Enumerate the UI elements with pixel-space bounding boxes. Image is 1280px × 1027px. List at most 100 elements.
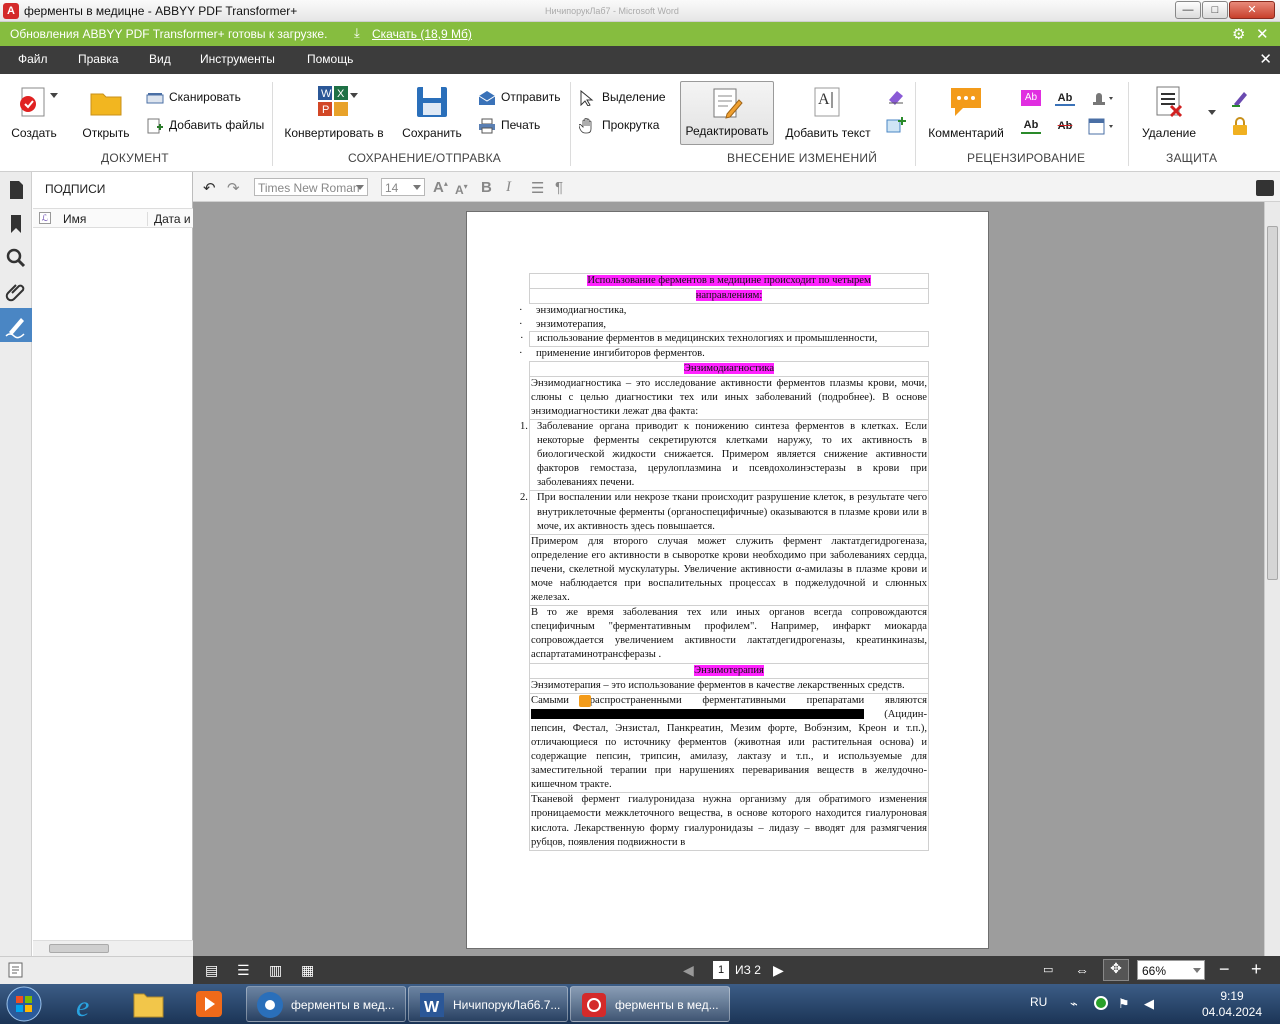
scrollbar-thumb[interactable] (49, 944, 109, 953)
numbered-item: 2. При воспалении или некрозе ткани проис… (520, 490, 929, 535)
add-text-button[interactable]: A Добавить текст (784, 84, 872, 140)
zoom-out-icon[interactable]: − (1219, 959, 1230, 980)
gear-icon[interactable]: ⚙ (1232, 25, 1245, 43)
add-image-icon[interactable] (886, 116, 906, 134)
paragraph: Тканевой фермент гиалуронидаза нужна орг… (529, 792, 929, 851)
save-button[interactable]: Сохранить (400, 84, 464, 140)
comment-marker-icon[interactable] (579, 694, 591, 707)
status-green-icon[interactable] (1094, 996, 1108, 1010)
menu-help[interactable]: Помощь (307, 52, 353, 66)
zoom-select[interactable]: 66% (1137, 960, 1205, 980)
menu-edit[interactable]: Правка (78, 52, 119, 66)
signature-list-icon[interactable] (8, 961, 26, 979)
group-label-review: РЕЦЕНЗИРОВАНИЕ (967, 151, 1086, 165)
bookmark-icon[interactable] (4, 212, 28, 236)
strikethrough-icon[interactable]: Ab (1055, 118, 1075, 134)
print-button[interactable]: Печать (478, 118, 540, 134)
eraser-icon[interactable] (886, 88, 906, 106)
convert-dropdown-arrow-icon[interactable] (350, 93, 358, 98)
signature-pen-icon[interactable] (1230, 88, 1250, 108)
scrollbar-thumb[interactable] (1267, 226, 1278, 580)
close-icon[interactable]: ✕ (1256, 25, 1269, 43)
fit-page-icon[interactable]: ✥ (1103, 959, 1129, 981)
paragraph-indent-icon[interactable]: ¶ (555, 179, 563, 196)
download-update-link[interactable]: Скачать (18,9 Мб) (372, 27, 472, 41)
wavy-underline-icon[interactable]: Ab (1021, 118, 1041, 134)
abbyy-logo-icon (582, 993, 606, 1017)
menu-tools[interactable]: Инструменты (200, 52, 275, 66)
create-dropdown-arrow-icon[interactable] (50, 93, 58, 98)
clock-date[interactable]: 04.04.2024 (1190, 1005, 1274, 1019)
maximize-button[interactable]: □ (1202, 1, 1228, 19)
underline-text-icon[interactable]: Ab (1055, 90, 1075, 106)
redaction-block[interactable] (531, 709, 864, 720)
volume-icon[interactable]: ◀ (1144, 996, 1154, 1012)
two-page-continuous-icon[interactable]: ▦ (301, 962, 314, 979)
search-icon[interactable] (4, 246, 28, 270)
page-number-input[interactable]: 1 (713, 961, 729, 979)
shrink-font-icon[interactable]: A▾ (455, 182, 468, 197)
close-document-button[interactable]: ✕ (1259, 50, 1272, 68)
next-page-icon[interactable]: ▶ (773, 962, 784, 979)
file-explorer-icon[interactable] (124, 986, 174, 1022)
download-icon[interactable]: ⤓ (354, 25, 360, 41)
network-icon[interactable]: ⌁ (1070, 996, 1078, 1012)
calendar-icon[interactable] (1087, 116, 1115, 136)
previous-page-icon[interactable]: ◀ (683, 962, 694, 979)
bold-icon[interactable]: B (481, 179, 492, 196)
attachment-icon[interactable] (4, 280, 28, 304)
convert-to-button[interactable]: WXP Конвертировать в (282, 84, 386, 140)
redo-icon[interactable]: ↷ (227, 179, 240, 197)
continuous-view-icon[interactable]: ☰ (237, 962, 250, 979)
send-button[interactable]: Отправить (478, 90, 561, 106)
media-player-icon[interactable] (184, 986, 234, 1022)
menu-view[interactable]: Вид (149, 52, 171, 66)
scan-button[interactable]: Сканировать (146, 90, 241, 106)
vertical-scrollbar[interactable] (1264, 202, 1280, 956)
delete-button[interactable]: Удаление (1136, 84, 1202, 140)
stamp-icon[interactable] (1087, 88, 1115, 108)
taskbar-word-task[interactable]: W НичипорукЛаб6.7... (408, 986, 568, 1022)
open-button[interactable]: Открыть (80, 84, 132, 140)
taskbar-chrome-task[interactable]: ферменты в мед... (246, 986, 406, 1022)
comment-button[interactable]: Комментарий (924, 84, 1008, 140)
menu-file[interactable]: Файл (18, 52, 48, 66)
grow-font-icon[interactable]: A▴ (433, 179, 448, 196)
select-tool-button[interactable]: Выделение (579, 90, 666, 106)
language-indicator[interactable]: RU (1030, 995, 1047, 1009)
column-date[interactable]: Дата и (147, 212, 191, 226)
highlight-text-icon[interactable]: Ab (1021, 90, 1041, 106)
clock-time[interactable]: 9:19 (1190, 989, 1274, 1003)
list-item-text: использование ферментов в медицинских те… (537, 333, 878, 345)
paragraph-spacing-icon[interactable]: ☰ (531, 179, 544, 197)
scroll-tool-button[interactable]: Прокрутка (579, 118, 659, 134)
minimize-button[interactable]: — (1175, 1, 1201, 19)
undo-icon[interactable]: ↶ (203, 179, 216, 197)
italic-icon[interactable]: I (506, 179, 511, 196)
single-page-view-icon[interactable]: ▤ (205, 962, 218, 979)
close-window-button[interactable]: ✕ (1229, 1, 1275, 19)
font-family-select[interactable]: Times New Roman (254, 178, 368, 196)
delete-dropdown-arrow-icon[interactable] (1208, 110, 1216, 115)
save-label: Сохранить (402, 126, 462, 140)
start-button[interactable] (4, 984, 48, 1024)
taskbar-abbyy-task[interactable]: ферменты в мед... (570, 986, 730, 1022)
add-files-button[interactable]: Добавить файлы (146, 118, 264, 134)
two-page-view-icon[interactable]: ▥ (269, 962, 282, 979)
pages-icon[interactable] (4, 178, 28, 202)
action-center-icon[interactable]: ⚑ (1118, 996, 1130, 1012)
internet-explorer-icon[interactable]: e (64, 986, 114, 1023)
actual-size-icon[interactable]: ▭ (1043, 963, 1053, 976)
edit-button[interactable]: Редактировать (680, 81, 774, 145)
font-size-select[interactable]: 14 (381, 178, 425, 196)
signatures-icon[interactable] (0, 308, 32, 342)
column-name[interactable]: Имя (63, 212, 86, 226)
document-content[interactable]: Использование ферментов в медицине проис… (519, 273, 929, 851)
horizontal-scrollbar[interactable] (33, 940, 193, 956)
comments-pane-icon[interactable] (1256, 180, 1274, 196)
edit-label: Редактировать (685, 124, 769, 138)
fit-width-icon[interactable]: ⇔ (1075, 962, 1089, 978)
lock-icon[interactable] (1230, 116, 1250, 136)
zoom-in-icon[interactable]: + (1251, 959, 1262, 980)
ribbon-separator (915, 82, 916, 166)
